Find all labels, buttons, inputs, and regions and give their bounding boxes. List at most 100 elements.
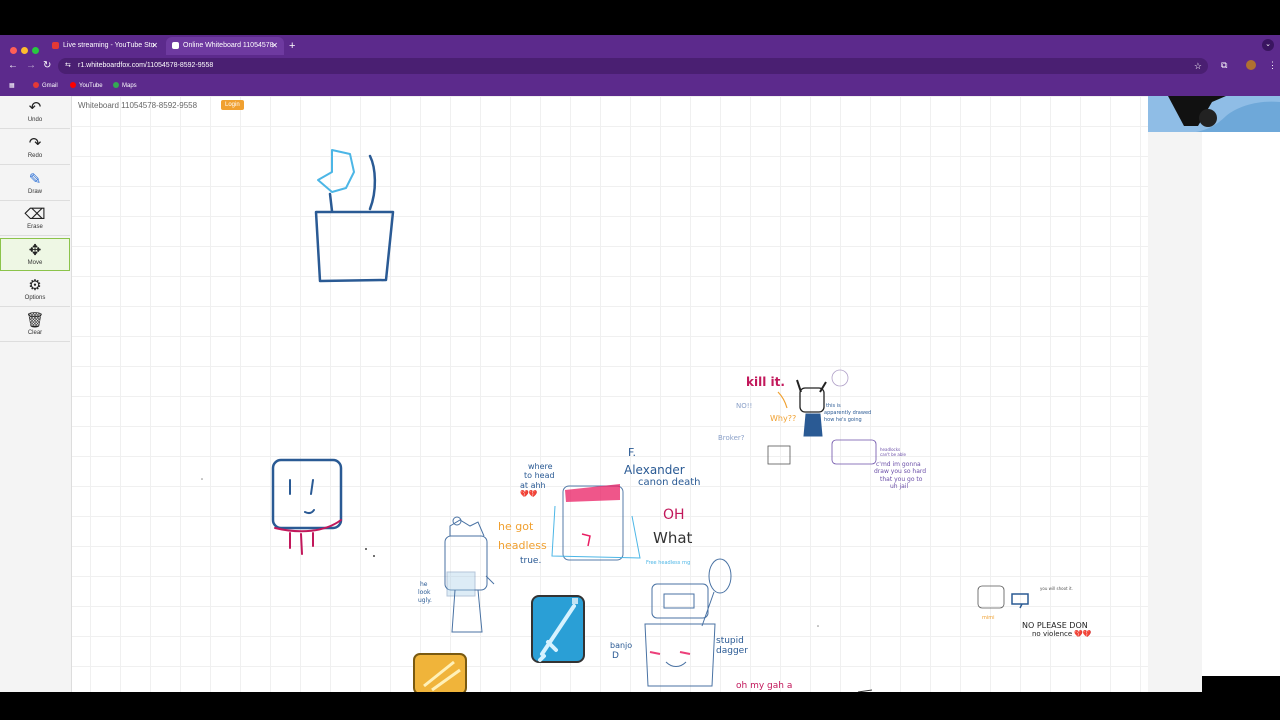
note-alexander: Alexander: [624, 463, 685, 477]
webcam-overlay: [1148, 96, 1280, 692]
screen-top-bar: [0, 0, 1280, 35]
tool-label: Clear: [27, 330, 43, 336]
note-oh-my-gah: oh my gah a: [736, 681, 792, 691]
site-info-icon[interactable]: ⇆: [65, 58, 71, 74]
screen-bottom-bar: [0, 692, 1280, 720]
gmail-icon: [33, 82, 39, 89]
login-button[interactable]: Login: [221, 100, 244, 110]
webcam-side-panel: [1202, 132, 1280, 676]
note-headless: headless: [498, 539, 547, 552]
note-no: NO!!: [736, 402, 752, 410]
note-why: Why??: [770, 414, 796, 423]
note-canon-death: canon death: [638, 477, 701, 488]
drawing-bleeding-face: [201, 458, 375, 557]
profile-avatar[interactable]: [1246, 60, 1256, 70]
note-kill-it: kill it.: [746, 375, 785, 389]
note-you-will: you will shoot it.: [1040, 586, 1073, 591]
note-he: he: [420, 581, 428, 588]
tool-label: Erase: [27, 224, 43, 230]
eraser-icon: ⌫: [24, 206, 46, 223]
pencil-icon: ✎: [28, 171, 42, 188]
handwritten-notes: kill it. Why?? NO!! Broker? this is appa…: [418, 375, 1092, 691]
webcam-feed: [1148, 96, 1280, 132]
note-what: What: [653, 529, 693, 547]
tab-search-icon[interactable]: ⌄: [1262, 39, 1274, 51]
note-no-violence: no violence: [1032, 630, 1072, 638]
note-dagger: dagger: [716, 646, 748, 656]
tool-sidebar: ↶ Undo ↷ Redo ✎ Draw ⌫ Erase ✥ Move ⚙ Op…: [0, 96, 72, 692]
note-to-head: to head: [524, 471, 555, 480]
redo-icon: ↷: [28, 135, 42, 152]
tab-youtube-studio[interactable]: Live streaming - YouTube Stu ✕: [46, 37, 164, 55]
close-tab-icon[interactable]: ✕: [271, 37, 278, 55]
maps-icon: [113, 82, 119, 89]
drawing-gun-figure: [977, 585, 1029, 609]
clear-button[interactable]: 🗑 Clear: [0, 309, 70, 342]
note-true: true.: [520, 556, 541, 566]
options-button[interactable]: ⚙ Options: [0, 274, 70, 307]
note-how-hes-going: how he's going: [824, 417, 862, 423]
note-where: where: [528, 462, 553, 471]
maximize-window-button[interactable]: [32, 47, 39, 54]
more-menu-icon[interactable]: ⋮: [1268, 60, 1277, 71]
bookmark-youtube[interactable]: YouTube: [70, 80, 103, 92]
note-apparently: apparently drawed: [824, 410, 871, 416]
webcam-silhouette: [1148, 96, 1280, 132]
note-look: look: [418, 589, 431, 596]
whiteboard-page: kill it. Why?? NO!! Broker? this is appa…: [0, 96, 1148, 692]
address-bar-row: ← → ↻ ⇆ r1.whiteboardfox.com/11054578-85…: [0, 55, 1280, 77]
tool-label: Move: [27, 260, 43, 266]
bookmark-star-icon[interactable]: ☆: [1194, 58, 1202, 74]
note-that-you: that you go to: [880, 476, 923, 483]
drawing-spoon-character: [644, 558, 732, 687]
note-no-please: NO PLEASE DON: [1022, 621, 1088, 630]
note-oh: OH: [663, 507, 685, 523]
note-ugly: ugly.: [418, 597, 432, 604]
webcam-background: [1148, 132, 1202, 692]
minimize-window-button[interactable]: [21, 47, 28, 54]
tool-label: Options: [24, 295, 46, 301]
draw-button[interactable]: ✎ Draw: [0, 168, 70, 201]
url-text: r1.whiteboardfox.com/11054578-8592-9558: [78, 62, 214, 69]
tab-label: Online Whiteboard 11054578: [183, 42, 274, 49]
note-he-got: he got: [498, 520, 534, 533]
reload-icon[interactable]: ↻: [43, 59, 51, 73]
bookmark-gmail[interactable]: Gmail: [33, 80, 58, 92]
note-draw-you: draw you so hard: [874, 468, 926, 475]
tab-whiteboard[interactable]: Online Whiteboard 11054578 ✕: [166, 37, 284, 55]
extensions-icon[interactable]: ⧉: [1221, 60, 1227, 71]
forward-arrow-icon[interactable]: →: [26, 59, 36, 73]
note-banjo: banjo: [610, 641, 632, 650]
redo-button[interactable]: ↷ Redo: [0, 132, 70, 165]
note-mimi: mimi: [982, 615, 995, 621]
gold-badge-icon: [413, 653, 467, 692]
trash-icon: 🗑: [25, 312, 45, 329]
new-tab-button[interactable]: +: [289, 37, 295, 55]
browser-chrome: Live streaming - YouTube Stu ✕ Online Wh…: [0, 35, 1280, 96]
move-button[interactable]: ✥ Move: [0, 238, 70, 271]
undo-button[interactable]: ↶ Undo: [0, 96, 70, 129]
tab-strip: Live streaming - YouTube Stu ✕ Online Wh…: [0, 35, 1280, 55]
tab-label: Live streaming - YouTube Stu: [63, 42, 155, 49]
url-input[interactable]: ⇆ r1.whiteboardfox.com/11054578-8592-955…: [58, 58, 1208, 74]
page-favicon-icon: [172, 41, 179, 49]
youtube-favicon-icon: [52, 41, 59, 49]
note-f: F.: [628, 446, 636, 459]
bookmark-maps[interactable]: Maps: [113, 80, 137, 92]
whiteboard-canvas[interactable]: kill it. Why?? NO!! Broker? this is appa…: [0, 96, 1148, 692]
note-hearts-small: 💔💔: [520, 489, 538, 498]
note-cmd-im-gonna: c'md im gonna: [876, 461, 921, 468]
bookmarks-bar: ▦ Gmail YouTube Maps: [0, 78, 1280, 94]
note-d: D: [612, 651, 619, 661]
note-at-ahh: at ahh: [520, 481, 546, 490]
close-window-button[interactable]: [10, 47, 17, 54]
note-cant-be: can't be able: [880, 452, 906, 457]
apps-grid-icon[interactable]: ▦: [9, 80, 15, 92]
back-arrow-icon[interactable]: ←: [8, 59, 18, 73]
drawing-box-with-flame: [314, 149, 395, 283]
erase-button[interactable]: ⌫ Erase: [0, 203, 70, 236]
note-free-headless: Free headless rng: [646, 560, 690, 566]
close-tab-icon[interactable]: ✕: [151, 37, 158, 55]
gear-icon: ⚙: [28, 277, 42, 294]
note-broker: Broker?: [718, 434, 745, 442]
